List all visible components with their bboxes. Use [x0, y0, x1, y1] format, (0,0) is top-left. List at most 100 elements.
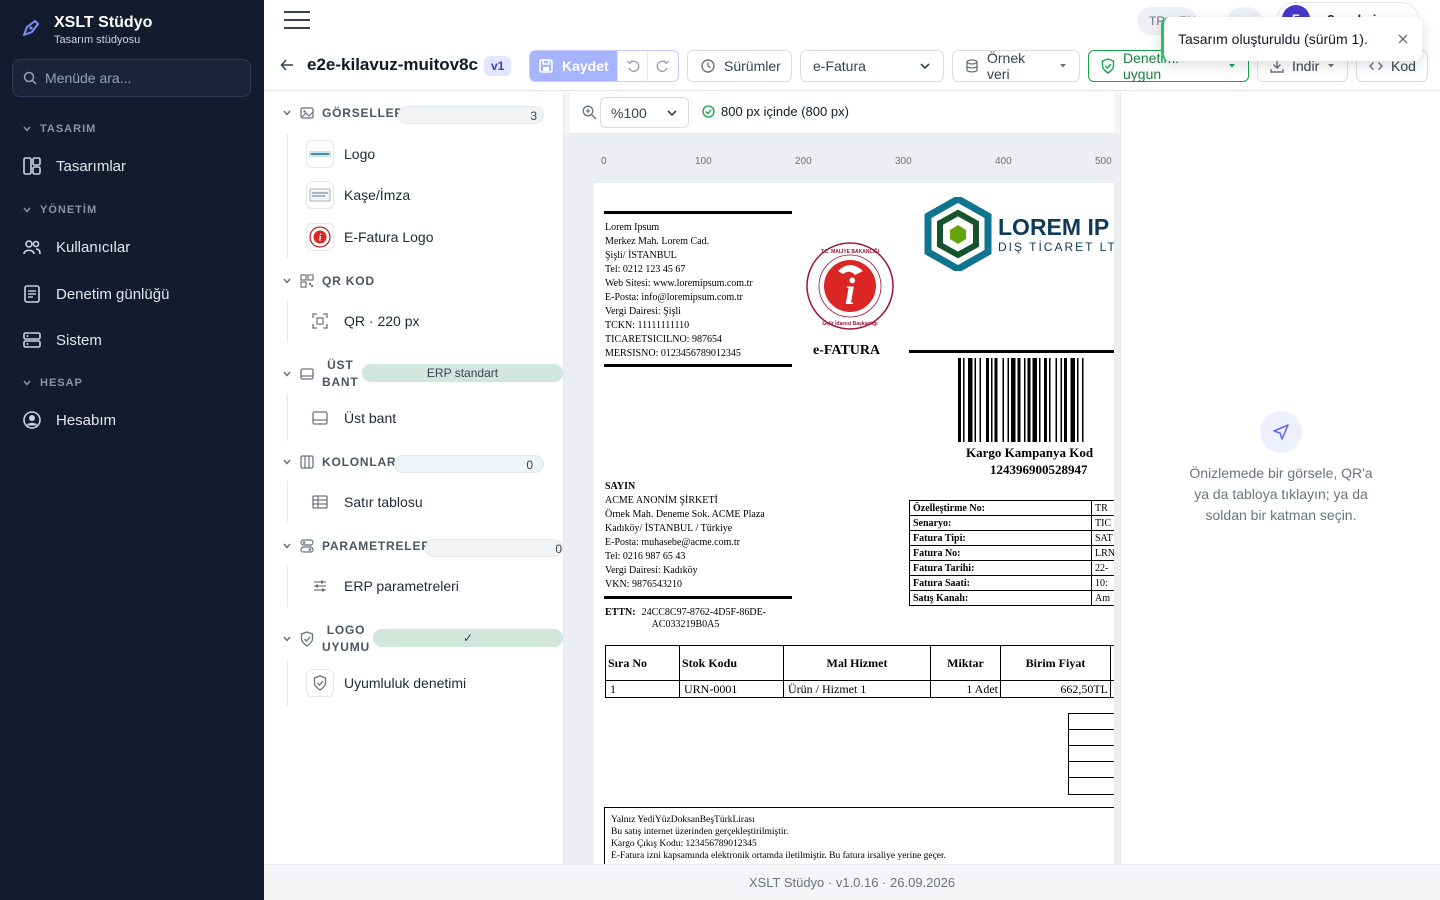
ruler-tick: 200	[795, 156, 812, 167]
ettn-value: 24CC8C97-8762-4D5F-86DE-	[641, 607, 767, 618]
info-key: Fatura Tipi:	[909, 530, 1092, 546]
back-arrow-icon[interactable]	[280, 58, 294, 72]
table-row: 1 URN-0001 Ürün / Hizmet 1 1 Adet 662,50…	[605, 680, 1114, 698]
fit-status: 800 px içinde (800 px)	[702, 104, 849, 119]
section-tasarim[interactable]: TASARIM	[22, 123, 96, 135]
info-value: Am	[1091, 590, 1114, 606]
layer-item-qr[interactable]: QR · 220 px	[306, 307, 419, 335]
doc-type-select[interactable]: e-Fatura	[800, 50, 944, 82]
layer-group-gorseller[interactable]: GÖRSELLER	[282, 106, 404, 120]
ettn-block: ETTN: 24CC8C97-8762-4D5F-86DE- AC033219B…	[605, 607, 766, 631]
layer-item-efatura-logo[interactable]: i E-Fatura Logo	[306, 223, 434, 251]
sidebar-item-label: Denetim günlüğü	[56, 285, 170, 303]
layer-group-ust-bant[interactable]: ÜST BANT	[282, 357, 359, 391]
totals-table[interactable]	[1068, 713, 1114, 795]
columns-icon	[300, 455, 314, 469]
header-band-icon	[300, 367, 314, 381]
ruler-tick: 500	[1095, 156, 1112, 167]
search-icon	[23, 71, 37, 85]
sidebar-item-denetim-gunlugu[interactable]: Denetim günlüğü	[22, 284, 169, 304]
section-hesap[interactable]: HESAP	[22, 377, 83, 389]
caret-down-icon	[1228, 63, 1236, 69]
redo-icon[interactable]	[647, 51, 678, 81]
line-items-table[interactable]: Sıra No Stok Kodu Mal Hizmet Miktar Biri…	[605, 645, 1114, 698]
seller-rule-bottom	[604, 364, 792, 367]
sidebar-item-label: Sistem	[56, 331, 102, 349]
layer-item-ust-bant[interactable]: Üst bant	[306, 404, 396, 432]
layer-group-logo-uyumu[interactable]: LOGO UYUMU	[282, 622, 370, 656]
company-logo[interactable]: LOREM IP DIŞ TİCARET LT	[924, 197, 1114, 271]
buyer-line: Vergi Dairesi: Kadıköy	[605, 565, 698, 576]
column-header: Sıra No	[605, 645, 680, 681]
info-key: Senaryo:	[909, 515, 1092, 531]
brand[interactable]: XSLT Stüdyo Tasarım stüdyosu	[20, 13, 152, 47]
notes-box[interactable]: Yalnız YediYüzDoksanBeşTürkLirası Bu sat…	[604, 807, 1114, 864]
sidebar-item-sistem[interactable]: Sistem	[22, 330, 102, 350]
group-title: PARAMETRELER	[322, 539, 431, 553]
sample-data-button[interactable]: Örnek veri	[952, 50, 1080, 82]
layer-group-kolonlar[interactable]: KOLONLAR	[282, 455, 396, 469]
invoice-info-table[interactable]: Özelleştirme No: TR Senaryo: TIC Fatura Ti…	[909, 500, 1114, 606]
seller-line: Lorem Ipsum	[605, 222, 660, 233]
layer-item-logo[interactable]: Logo	[306, 140, 375, 168]
layer-label: E-Fatura Logo	[344, 229, 434, 245]
sidebar-item-hesabim[interactable]: Hesabım	[22, 410, 116, 430]
layer-group-qr-kod[interactable]: QR KOD	[282, 274, 375, 288]
layer-item-satir-tablosu[interactable]: Satır tablosu	[306, 488, 423, 516]
zoom-icon	[582, 105, 597, 120]
section-label: TASARIM	[40, 123, 97, 135]
table-header-row: Sıra No Stok Kodu Mal Hizmet Miktar Biri…	[605, 645, 1114, 681]
cell: Ürün / Hizmet 1	[783, 680, 931, 698]
buyer-line: Kadıköy/ İSTANBUL / Türkiye	[605, 523, 733, 534]
buyer-block[interactable]: SAYIN ACME ANONİM ŞİRKETİ Örnek Mah. Den…	[605, 480, 765, 592]
layer-item-erp-parametreleri[interactable]: ERP parametreleri	[306, 572, 459, 600]
table-icon	[306, 488, 334, 516]
save-button[interactable]: Kaydet	[530, 51, 617, 81]
group-count-badge: 0	[394, 455, 544, 473]
note-line: E-Fatura izni kapsamında elektronik orta…	[611, 851, 947, 861]
pointer-icon	[1260, 411, 1302, 453]
check-circle-icon	[702, 105, 715, 118]
logo-thumbnail	[306, 140, 334, 168]
layout-icon	[22, 156, 42, 176]
efatura-logo-image[interactable]: i T.C. MALİYE BAKANLIĞI Gelir İdaresi Ba…	[805, 241, 895, 331]
undo-icon[interactable]	[616, 51, 648, 81]
barcode[interactable]	[958, 358, 1114, 442]
tree-line	[287, 660, 288, 706]
layer-label: Satır tablosu	[344, 494, 423, 510]
note-line: Yalnız YediYüzDoksanBeşTürkLirası	[611, 815, 755, 825]
seller-line: MERSISNO: 0123456789012345	[605, 348, 741, 359]
section-yonetim[interactable]: YÖNETİM	[22, 204, 97, 216]
sidebar-item-kullanicilar[interactable]: Kullanıcılar	[22, 237, 130, 257]
cell: 1 Adet	[930, 680, 1001, 698]
layer-label: Üst bant	[344, 410, 397, 426]
menu-search-input[interactable]: Menüde ara...	[12, 59, 251, 97]
layer-item-kase-imza[interactable]: Kaşe/İmza	[306, 181, 410, 209]
save-label: Kaydet	[562, 58, 609, 74]
zoom-select[interactable]: %100	[600, 97, 689, 128]
svg-text:Gelir İdaresi Başkanlığı: Gelir İdaresi Başkanlığı	[822, 320, 878, 327]
ruler-tick: 400	[995, 156, 1012, 167]
chevron-down-icon	[282, 108, 292, 118]
invoice-preview[interactable]: Lorem Ipsum Merkez Mah. Lorem Cad. Şişli…	[594, 183, 1114, 864]
table-row: Fatura Tipi: SAT	[909, 530, 1114, 546]
brand-title: XSLT Stüdyo	[54, 14, 153, 31]
sidebar-item-tasarimlar[interactable]: Tasarımlar	[22, 156, 126, 176]
seller-block[interactable]: Lorem Ipsum Merkez Mah. Lorem Cad. Şişli…	[605, 221, 753, 361]
layer-item-uyumluluk-denetimi[interactable]: Uyumluluk denetimi	[306, 669, 466, 697]
chevron-down-icon	[282, 369, 292, 379]
versions-button[interactable]: Sürümler	[687, 50, 792, 82]
footer: XSLT Stüdyo · v1.0.16 · 26.09.2026	[264, 864, 1440, 900]
group-count-badge: 3	[398, 106, 544, 124]
buyer-line: SAYIN	[605, 481, 636, 492]
ettn-label: ETTN:	[605, 607, 636, 618]
close-icon[interactable]	[1398, 34, 1408, 44]
layer-group-parametreler[interactable]: PARAMETRELER	[282, 539, 431, 553]
tree-line	[287, 134, 288, 258]
menu-toggle-icon[interactable]	[284, 10, 310, 30]
group-ok-pill: ✓	[373, 629, 563, 647]
company-logo-sub: DIŞ TİCARET LT	[998, 240, 1114, 254]
pen-logo-icon	[20, 17, 42, 39]
group-title-line: BANT	[322, 375, 359, 389]
log-icon	[22, 284, 42, 304]
